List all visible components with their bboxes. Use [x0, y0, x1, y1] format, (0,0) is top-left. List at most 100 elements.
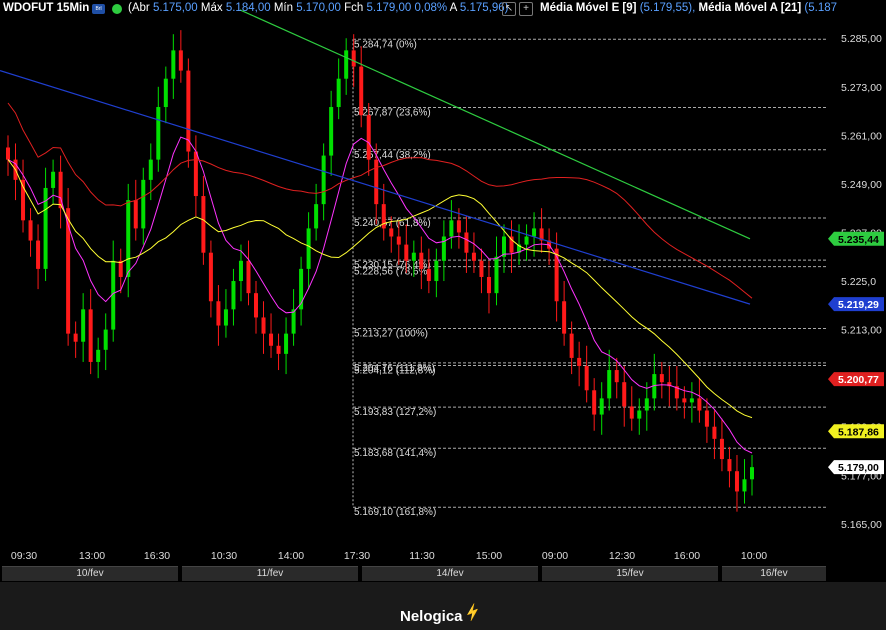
time-tick-label: 10:00 — [741, 550, 767, 562]
candle-body — [344, 50, 349, 79]
candle-body — [479, 260, 484, 277]
fibonacci-level-label: 5.169,10 (161,8%) — [354, 507, 436, 518]
price-tick-label: 5.249,00 — [841, 179, 882, 191]
candle-body — [389, 228, 394, 237]
candle-body — [178, 50, 183, 71]
candle-body — [103, 329, 108, 350]
candle-body — [81, 309, 86, 342]
price-chart[interactable]: 5.285,005.273,005.261,005.249,005.237,00… — [0, 0, 886, 566]
chart-header: WDOFUT 15Min Brl (Abr 5.175,00 Máx 5.184… — [0, 0, 886, 18]
candle-body — [734, 471, 739, 492]
price-marker-label: 5.187,86 — [838, 426, 879, 438]
candle-body — [411, 252, 416, 261]
sma21-line — [7, 159, 753, 419]
price-tick-label: 5.273,00 — [841, 82, 882, 94]
candle-body — [532, 228, 537, 237]
candle-body — [141, 179, 146, 229]
ema9-line — [7, 136, 753, 454]
candle-body — [727, 459, 732, 472]
footer-bar: Nelogica ⚡ — [0, 582, 886, 630]
candle-body — [712, 426, 717, 439]
candle-body — [201, 196, 206, 253]
candle-body — [486, 276, 491, 294]
fibonacci-level-label: 5.240,57 (61,8%) — [354, 218, 431, 229]
candle-body — [51, 171, 56, 188]
candle-body — [697, 398, 702, 411]
candle-body — [336, 78, 341, 108]
currency-badge-icon: Brl — [92, 4, 105, 14]
price-tick-label: 5.213,00 — [841, 325, 882, 337]
price-marker-label: 5.219,29 — [838, 299, 879, 311]
time-tick-label: 14:00 — [278, 550, 304, 562]
candle-body — [366, 115, 371, 160]
price-tick-label: 5.225,0 — [841, 276, 876, 288]
add-study-button[interactable]: + — [519, 2, 533, 16]
date-bar: 10/fev 11/fev 14/fev 15/fev 16/fev — [0, 566, 886, 582]
fibonacci-level-label: 5.267,87 (23,6%) — [354, 108, 431, 119]
candle-body — [88, 309, 93, 362]
candle-body — [622, 382, 627, 407]
fibonacci-level-label: 5.213,27 (100%) — [354, 328, 428, 339]
time-tick-label: 09:00 — [542, 550, 568, 562]
candle-body — [614, 370, 619, 383]
time-tick-label: 12:30 — [609, 550, 635, 562]
candle-body — [637, 410, 642, 419]
time-tick-label: 16:00 — [674, 550, 700, 562]
ticker-label[interactable]: WDOFUT 15Min — [3, 2, 89, 14]
candle-body — [351, 50, 356, 67]
fibonacci-level-label: 5.284,74 (0%) — [354, 39, 417, 50]
candle-body — [96, 349, 101, 362]
candle-body — [314, 204, 319, 229]
candle-body — [584, 366, 589, 391]
candle-body — [644, 398, 649, 411]
candle-body — [426, 268, 431, 282]
candle-body — [276, 345, 281, 354]
time-tick-label: 09:30 — [11, 550, 37, 562]
candle-body — [321, 155, 326, 205]
price-marker-label: 5.200,77 — [838, 374, 879, 386]
candle-body — [193, 151, 198, 197]
candle-body — [569, 333, 574, 358]
candle-body — [163, 78, 168, 108]
cursor-mode-icon[interactable]: ↖ — [502, 2, 516, 16]
date-segment: 14/fev — [362, 566, 538, 581]
candle-body — [562, 301, 567, 334]
candle-body — [404, 244, 409, 261]
status-dot-icon — [112, 4, 122, 14]
candle-body — [246, 260, 251, 294]
candle-body — [592, 390, 597, 415]
candle-body — [750, 467, 754, 480]
candle-body — [629, 406, 634, 419]
date-segment: 10/fev — [2, 566, 178, 581]
date-segment: 11/fev — [182, 566, 358, 581]
time-tick-label: 17:30 — [344, 550, 370, 562]
candle-body — [216, 301, 221, 326]
candle-body — [524, 236, 529, 245]
price-tick-label: 5.285,00 — [841, 33, 882, 45]
fibonacci-level-label: 5.204,12 (112,8%) — [354, 366, 436, 377]
candle-body — [599, 398, 604, 415]
candle-body — [269, 333, 274, 346]
price-marker-label: 5.179,00 — [838, 462, 879, 474]
candle-body — [704, 410, 709, 427]
candle-body — [66, 208, 71, 334]
candle-body — [742, 479, 747, 492]
fibonacci-level-label: 5.257,44 (38,2%) — [354, 150, 431, 161]
candle-body — [434, 260, 439, 282]
candle-body — [28, 220, 33, 241]
candle-body — [577, 357, 582, 366]
candle-body — [374, 159, 379, 205]
candle-body — [419, 252, 424, 269]
candle-body — [471, 252, 476, 261]
time-tick-label: 10:30 — [211, 550, 237, 562]
candle-body — [223, 309, 228, 326]
candle-body — [306, 228, 311, 269]
candle-body — [231, 281, 236, 310]
date-segment: 16/fev — [722, 566, 826, 581]
candle-body — [284, 333, 289, 354]
candle-body — [171, 50, 176, 79]
candle-body — [456, 220, 461, 233]
candle-body — [441, 236, 446, 261]
candle-body — [261, 317, 266, 334]
moving-averages-info: Média Móvel E [9] (5.179,55), Média Móve… — [540, 2, 838, 14]
